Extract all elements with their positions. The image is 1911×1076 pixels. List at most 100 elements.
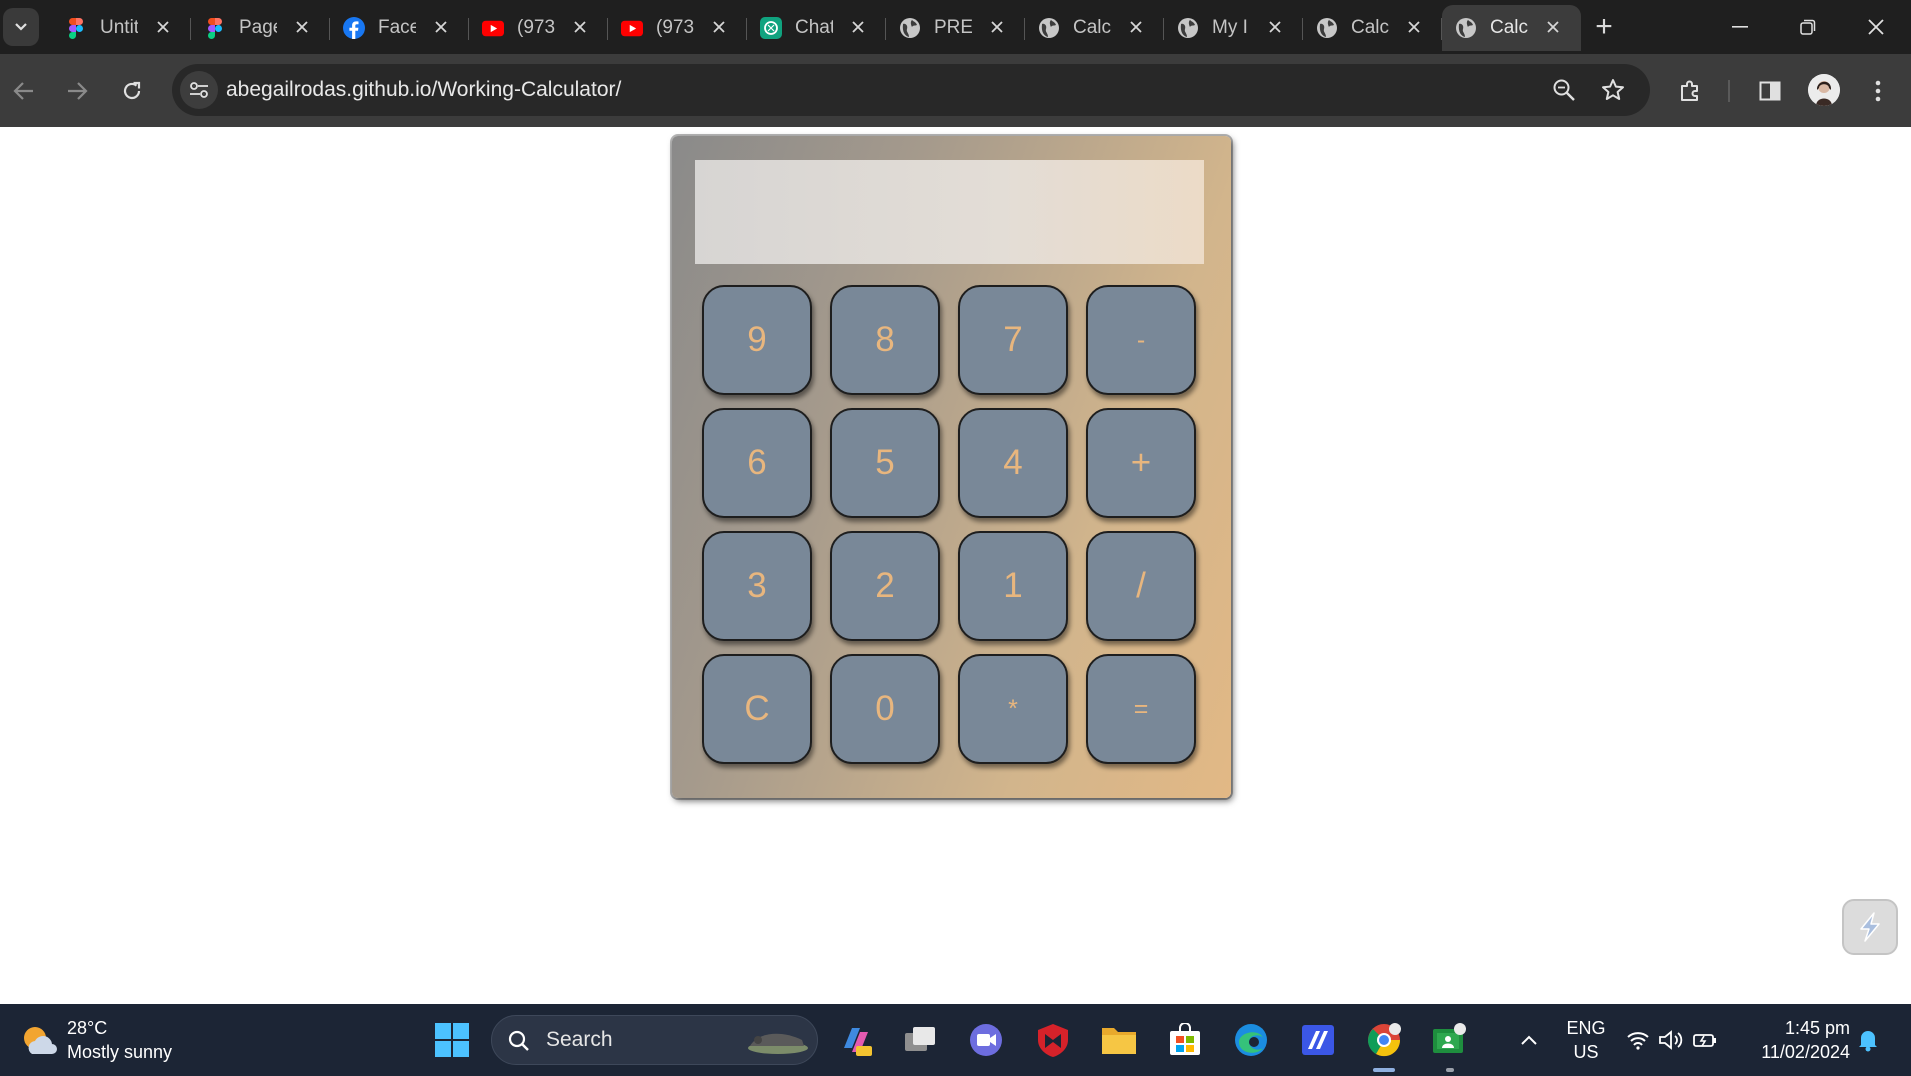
browser-tab[interactable]: Calc	[1303, 5, 1442, 51]
zoom-button[interactable]	[1546, 72, 1582, 108]
search-icon	[508, 1030, 529, 1051]
taskbar-app-edge[interactable]	[1230, 1019, 1272, 1061]
globe-icon	[1316, 17, 1338, 39]
key-plus[interactable]: +	[1086, 408, 1196, 518]
key-6[interactable]: 6	[702, 408, 812, 518]
show-hidden-icons-button[interactable]	[1508, 1019, 1550, 1061]
menu-button[interactable]	[1858, 71, 1898, 111]
ai-app-icon	[1302, 1025, 1334, 1055]
tab-close-button[interactable]	[985, 15, 1009, 39]
taskbar-search[interactable]: Search	[491, 1015, 818, 1065]
key-multiply[interactable]: *	[958, 654, 1068, 764]
taskbar-app-chrome[interactable]	[1363, 1019, 1405, 1061]
browser-tab[interactable]: (973	[469, 5, 608, 51]
key-minus[interactable]: -	[1086, 285, 1196, 395]
key-7[interactable]: 7	[958, 285, 1068, 395]
tune-icon	[190, 82, 208, 98]
quick-settings-button[interactable]	[1622, 1019, 1722, 1061]
tab-close-button[interactable]	[707, 15, 731, 39]
tab-close-button[interactable]	[1124, 15, 1148, 39]
taskbar-app-mcafee[interactable]	[1032, 1019, 1074, 1061]
key-9[interactable]: 9	[702, 285, 812, 395]
browser-tab[interactable]: Page	[191, 5, 330, 51]
bell-icon	[1859, 1031, 1877, 1052]
profile-avatar[interactable]	[1808, 74, 1840, 106]
site-info-button[interactable]	[180, 71, 218, 109]
lightning-icon	[1860, 912, 1880, 942]
windows-taskbar: 28°C Mostly sunny Search ENG US 1:45 pm …	[0, 1004, 1911, 1076]
key-8[interactable]: 8	[830, 285, 940, 395]
browser-tab[interactable]: Calc	[1025, 5, 1164, 51]
browser-tab[interactable]: My I	[1164, 5, 1303, 51]
clock-date[interactable]: 11/02/2024	[1742, 1042, 1850, 1063]
close-icon	[991, 21, 1003, 33]
calculator-display	[695, 160, 1204, 264]
browser-tab[interactable]: Untitled	[52, 5, 191, 51]
tab-close-button[interactable]	[1541, 15, 1565, 39]
start-button[interactable]	[431, 1019, 473, 1061]
taskbar-app-file-explorer[interactable]	[1098, 1019, 1140, 1061]
key-2[interactable]: 2	[830, 531, 940, 641]
chevron-up-icon	[1521, 1035, 1537, 1045]
tab-close-button[interactable]	[1263, 15, 1287, 39]
address-bar[interactable]: abegailrodas.github.io/Working-Calculato…	[172, 64, 1650, 116]
floating-widget-button[interactable]	[1842, 899, 1898, 955]
taskbar-search-label: Search	[546, 1028, 613, 1051]
key-1[interactable]: 1	[958, 531, 1068, 641]
close-icon	[1269, 21, 1281, 33]
tab-title: (973	[656, 17, 694, 38]
browser-tab[interactable]: PREL	[886, 5, 1025, 51]
toolbar-divider	[1728, 80, 1730, 102]
url-text[interactable]: abegailrodas.github.io/Working-Calculato…	[226, 64, 621, 116]
taskbar-app-copilot[interactable]	[835, 1019, 877, 1061]
tab-search-button[interactable]	[3, 8, 39, 46]
taskbar-app-task-view[interactable]	[899, 1019, 941, 1061]
back-button[interactable]	[4, 71, 44, 111]
taskbar-app-classroom[interactable]	[1428, 1019, 1470, 1061]
key-5[interactable]: 5	[830, 408, 940, 518]
zoom-icon	[1553, 79, 1575, 101]
key-divide[interactable]: /	[1086, 531, 1196, 641]
key-0[interactable]: 0	[830, 654, 940, 764]
key-equals[interactable]: =	[1086, 654, 1196, 764]
taskbar-app-ai-writer[interactable]	[1297, 1019, 1339, 1061]
browser-tab[interactable]: Calc	[1442, 5, 1581, 51]
restore-button[interactable]	[1774, 0, 1842, 54]
chat-video-icon	[970, 1024, 1002, 1056]
tab-list: Untitled Page Facebook (973 (973 Chat PREL Calc…	[52, 5, 1581, 54]
tab-close-button[interactable]	[568, 15, 592, 39]
taskbar-app-microsoft-store[interactable]	[1164, 1019, 1206, 1061]
close-window-button[interactable]	[1842, 0, 1910, 54]
extensions-button[interactable]	[1670, 71, 1710, 111]
browser-tab[interactable]: Chat	[747, 5, 886, 51]
minimize-button[interactable]	[1706, 0, 1774, 54]
close-icon	[1868, 19, 1884, 35]
bookmark-button[interactable]	[1595, 72, 1631, 108]
tab-close-button[interactable]	[429, 15, 453, 39]
key-clear[interactable]: C	[702, 654, 812, 764]
language-indicator-line2[interactable]: US	[1562, 1042, 1610, 1063]
key-4[interactable]: 4	[958, 408, 1068, 518]
new-tab-button[interactable]: +	[1587, 10, 1621, 44]
weather-widget[interactable]	[18, 1020, 58, 1060]
minimize-icon	[1732, 26, 1748, 28]
chrome-active-indicator	[1373, 1068, 1395, 1072]
side-panel-icon	[1759, 81, 1781, 101]
side-panel-button[interactable]	[1750, 71, 1790, 111]
browser-tab[interactable]: (973	[608, 5, 747, 51]
tab-close-button[interactable]	[846, 15, 870, 39]
tab-title: My I	[1212, 17, 1248, 38]
clock-time[interactable]: 1:45 pm	[1742, 1018, 1850, 1039]
language-indicator-line1[interactable]: ENG	[1562, 1018, 1610, 1039]
browser-tab[interactable]: Facebook	[330, 5, 469, 51]
tab-close-button[interactable]	[290, 15, 314, 39]
tab-close-button[interactable]	[1402, 15, 1426, 39]
restore-icon	[1800, 19, 1816, 35]
notifications-button[interactable]	[1848, 1019, 1888, 1061]
key-3[interactable]: 3	[702, 531, 812, 641]
page-content: 9 8 7- 6 5 4 +3 2 1/ C 0 * =	[0, 127, 1911, 1004]
reload-button[interactable]	[112, 71, 152, 111]
taskbar-app-teams[interactable]	[965, 1019, 1007, 1061]
forward-button[interactable]	[57, 71, 97, 111]
tab-close-button[interactable]	[151, 15, 175, 39]
